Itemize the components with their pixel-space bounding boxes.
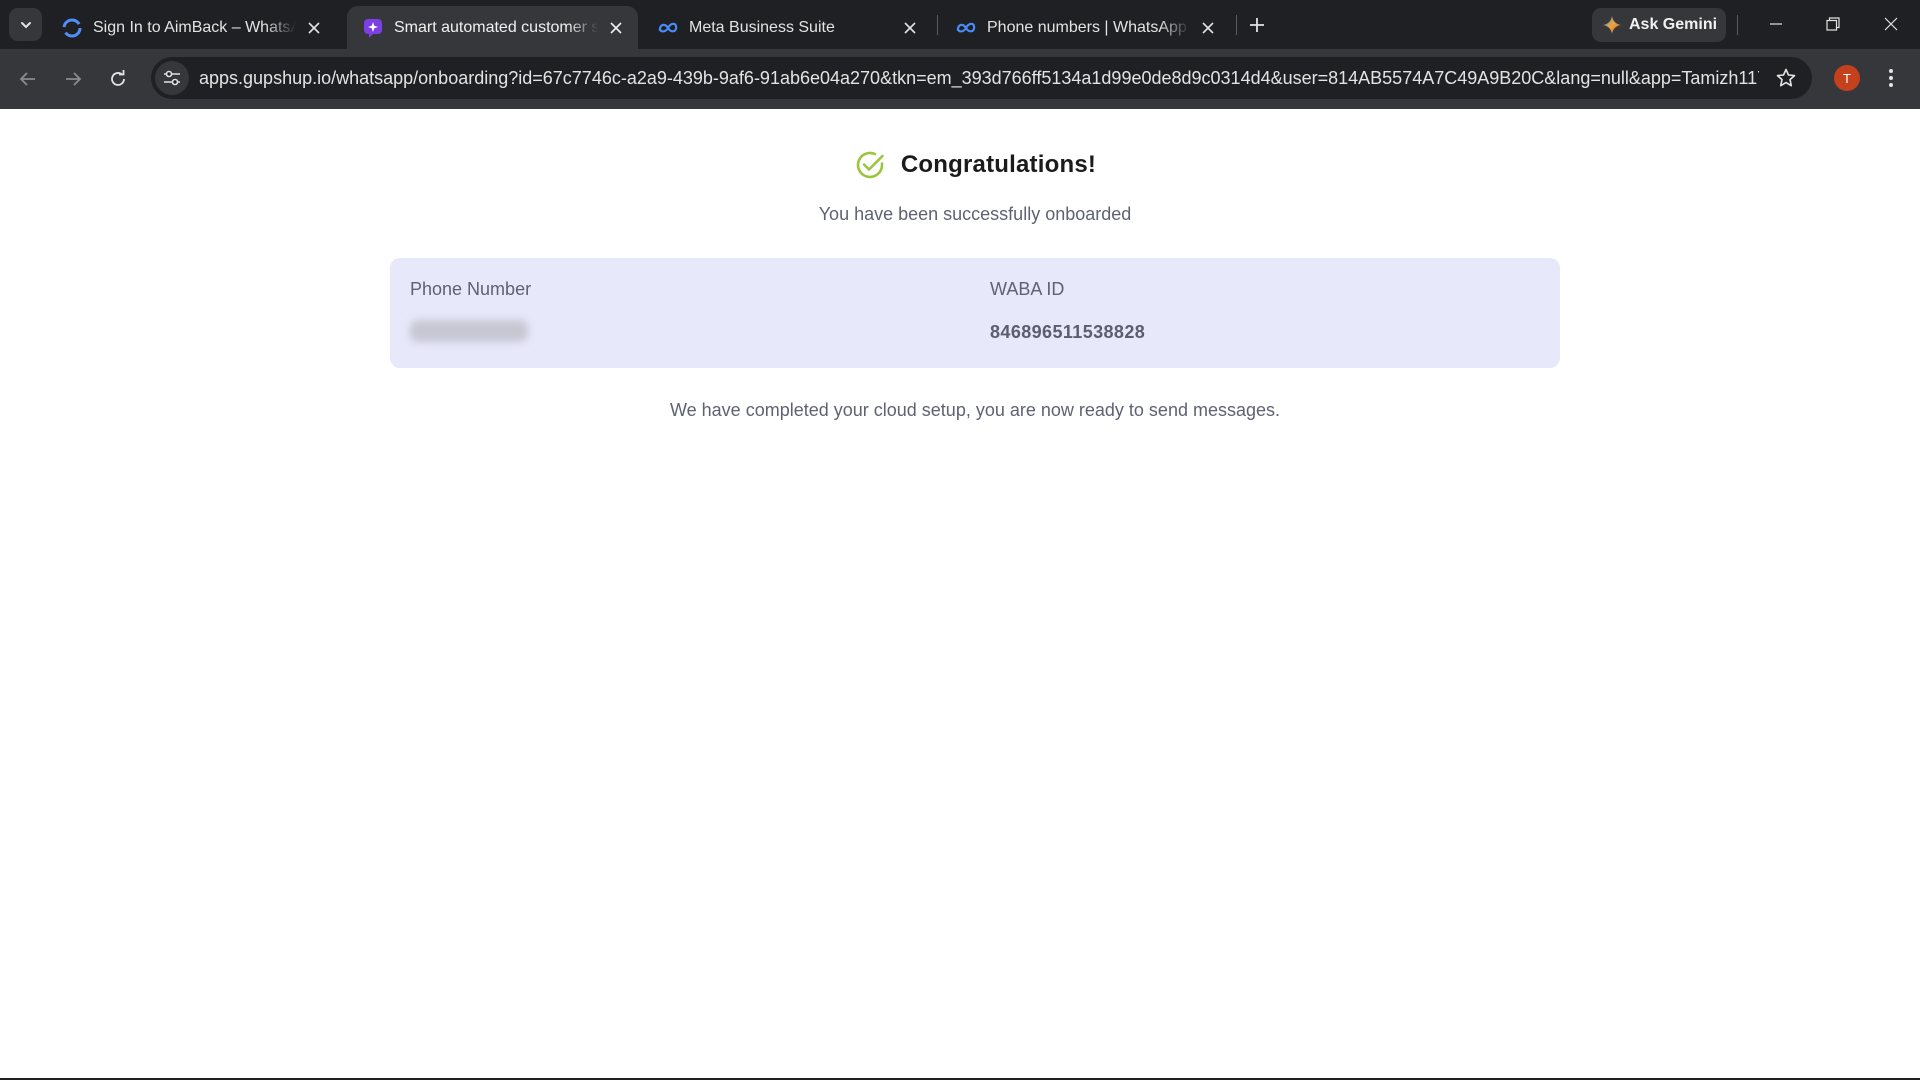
profile-avatar[interactable]: T xyxy=(1834,65,1860,91)
toolbar-separator xyxy=(1737,15,1738,35)
completion-message: We have completed your cloud setup, you … xyxy=(669,400,1280,420)
tab-meta-business-suite[interactable]: Meta Business Suite xyxy=(642,6,932,49)
gemini-sparkle-icon xyxy=(1603,16,1621,34)
minimize-button[interactable] xyxy=(1756,8,1796,40)
close-icon[interactable] xyxy=(898,16,922,40)
plus-icon xyxy=(1250,18,1264,32)
tab-aimback[interactable]: Sign In to AimBack – WhatsApp xyxy=(46,6,336,49)
close-icon[interactable] xyxy=(1196,16,1220,40)
tune-icon xyxy=(164,70,180,86)
page-content: Congratulations! You have been successfu… xyxy=(0,109,1920,1080)
congrats-header: Congratulations! xyxy=(0,149,1920,181)
tab-title: Smart automated customer support xyxy=(394,18,598,36)
reload-button[interactable] xyxy=(102,63,134,95)
restore-button[interactable] xyxy=(1813,8,1853,40)
waba-id-column: WABA ID 846896511538828 xyxy=(990,279,1145,343)
bookmark-star-icon[interactable] xyxy=(1774,66,1798,90)
kebab-menu-icon xyxy=(1889,69,1893,87)
tab-strip: Sign In to AimBack – WhatsApp Smart auto… xyxy=(0,0,1920,49)
close-icon[interactable] xyxy=(604,16,628,40)
page-subtitle: You have been successfully onboarded xyxy=(818,204,1132,224)
more-menu-button[interactable] xyxy=(1876,63,1906,93)
gupshup-icon xyxy=(363,18,383,38)
check-circle-icon xyxy=(854,149,886,181)
tab-title: Meta Business Suite xyxy=(689,18,835,36)
url-text[interactable]: apps.gupshup.io/whatsapp/onboarding?id=6… xyxy=(199,68,1759,89)
chevron-down-icon xyxy=(20,21,31,28)
ask-gemini-button[interactable]: Ask Gemini xyxy=(1592,8,1726,42)
arrow-right-icon xyxy=(66,72,82,86)
close-window-button[interactable] xyxy=(1871,8,1911,40)
close-icon xyxy=(1884,17,1898,31)
tab-search-button[interactable] xyxy=(9,8,42,41)
tab-gupshup[interactable]: Smart automated customer support xyxy=(347,6,638,49)
restore-icon xyxy=(1826,17,1840,31)
phone-number-column: Phone Number xyxy=(410,279,531,342)
waba-id-label: WABA ID xyxy=(990,279,1065,299)
meta-icon xyxy=(956,18,976,38)
onboarding-info-card: Phone Number WABA ID 846896511538828 xyxy=(390,258,1560,368)
phone-number-value-redacted xyxy=(410,320,528,342)
aimback-icon xyxy=(62,18,82,38)
arrow-left-icon xyxy=(19,72,35,86)
tab-title: Phone numbers | WhatsApp Manager xyxy=(987,18,1190,36)
ask-gemini-label: Ask Gemini xyxy=(1629,16,1718,33)
forward-button[interactable] xyxy=(57,63,89,95)
minimize-icon xyxy=(1770,23,1782,25)
tab-separator xyxy=(1236,15,1237,35)
reload-icon xyxy=(111,70,125,86)
browser-toolbar: apps.gupshup.io/whatsapp/onboarding?id=6… xyxy=(0,49,1920,109)
tab-title: Sign In to AimBack – WhatsApp xyxy=(93,18,296,36)
meta-icon xyxy=(658,18,678,38)
back-button[interactable] xyxy=(12,63,44,95)
page-title: Congratulations! xyxy=(900,151,1097,178)
site-info-button[interactable] xyxy=(155,61,189,95)
waba-id-value: 846896511538828 xyxy=(990,322,1146,342)
new-tab-button[interactable] xyxy=(1244,12,1270,38)
tab-phone-numbers[interactable]: Phone numbers | WhatsApp Manager xyxy=(940,6,1230,49)
address-bar[interactable]: apps.gupshup.io/whatsapp/onboarding?id=6… xyxy=(151,57,1812,99)
tab-separator xyxy=(937,15,938,35)
close-icon[interactable] xyxy=(302,16,326,40)
phone-number-label: Phone Number xyxy=(410,279,532,299)
